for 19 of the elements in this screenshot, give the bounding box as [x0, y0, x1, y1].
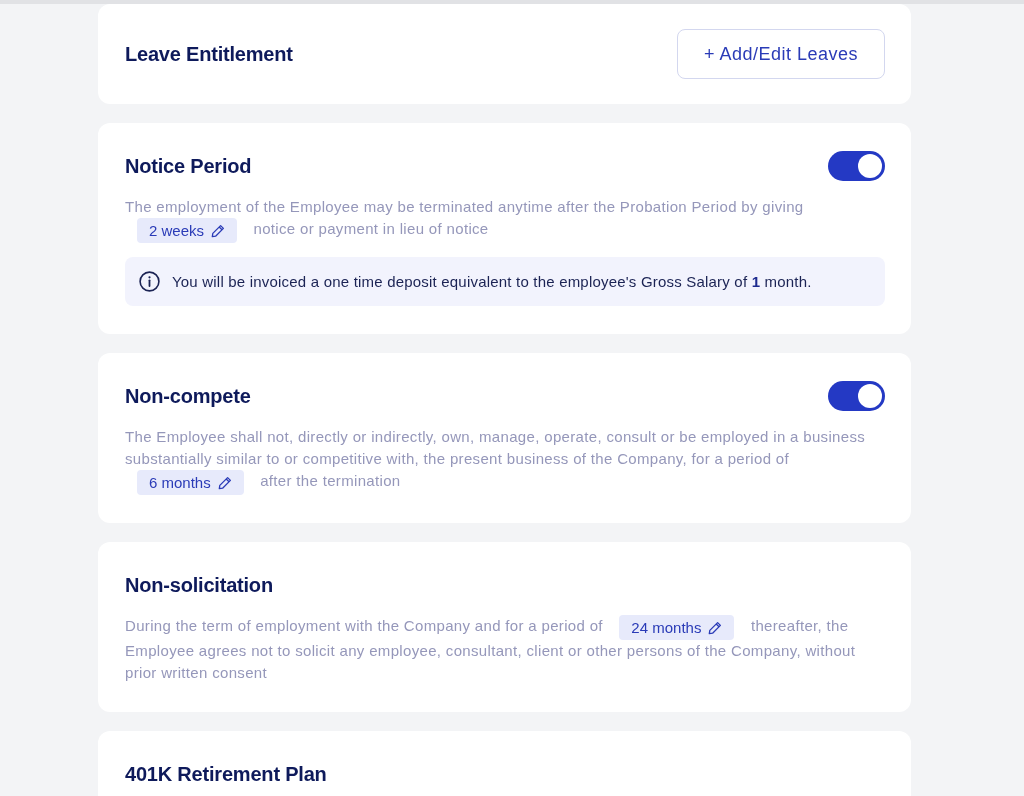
section-title: Non-compete: [125, 384, 251, 408]
duration-chip[interactable]: 24 months: [619, 615, 735, 640]
pencil-icon: [217, 475, 232, 490]
pencil-icon: [211, 223, 226, 238]
toggle-switch[interactable]: [828, 151, 885, 181]
clause-text: During the term of employment with the Company and for a period of 24 months thereafter, the Employee agrees not to solicit any employee, consultant, client or other persons of the Company, without prior written consent: [125, 615, 857, 683]
section-title: Notice Period: [125, 154, 252, 178]
pencil-icon: [708, 620, 723, 635]
toggle-switch[interactable]: [828, 381, 885, 411]
clause-text: The employment of the Employee may be terminated anytime after the Probation Period by giving 2 weeks notice or payment in lieu of notice: [125, 196, 885, 243]
section-title: 401K Retirement Plan: [125, 762, 327, 786]
duration-chip[interactable]: 6 months: [137, 470, 244, 495]
add-edit-leaves-button[interactable]: + Add/Edit Leaves: [676, 29, 885, 79]
info-icon: [139, 271, 160, 292]
section-title: Leave Entitlement: [125, 42, 293, 66]
section-title: Non-solicitation: [125, 573, 273, 597]
clause-text: The Employee shall not, directly or indirectly, own, manage, operate, consult or be employed in a business substantially similar to or competitive with, the present business of the Company, for a period of 6 months after the termination: [125, 426, 885, 495]
info-note-text: You will be invoiced a one time deposit equivalent to the employee's Gross Salary of 1 month.: [172, 271, 812, 292]
duration-chip[interactable]: 2 weeks: [137, 218, 238, 243]
